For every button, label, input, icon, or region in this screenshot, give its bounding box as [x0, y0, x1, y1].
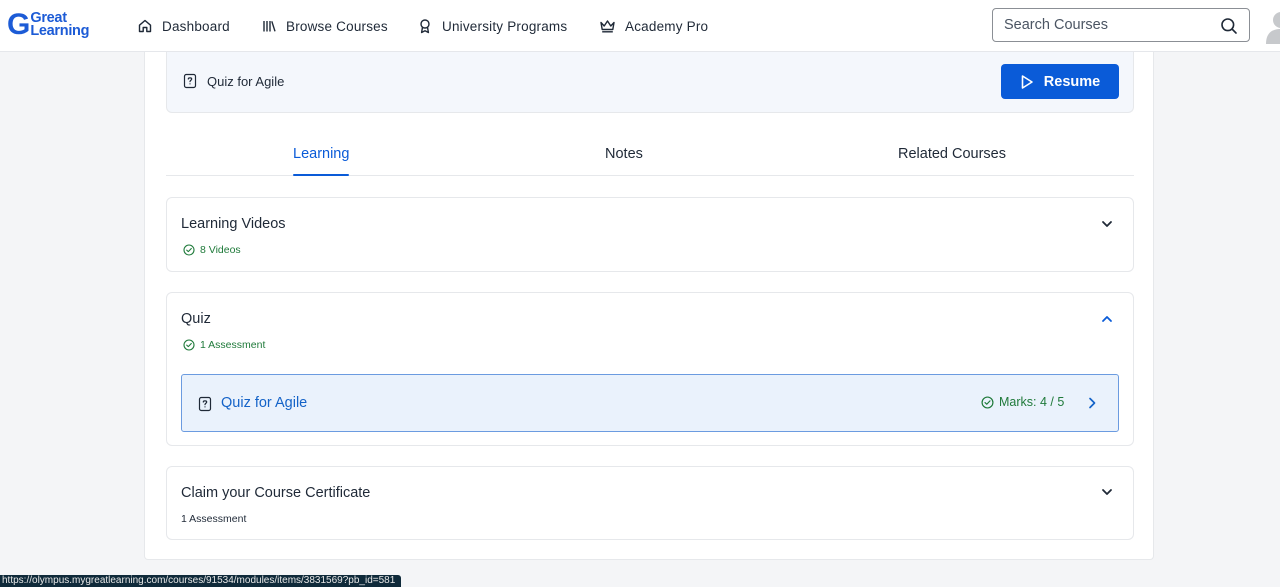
nav-academy-pro[interactable]: Academy Pro [599, 0, 708, 52]
section-title: Quiz [181, 311, 211, 327]
check-circle-icon [981, 395, 994, 409]
tab-notes[interactable]: Notes [605, 146, 643, 176]
crown-icon [600, 20, 615, 33]
quiz-document-icon [183, 73, 197, 89]
home-icon [138, 19, 152, 33]
logo-line-2: Learning [30, 23, 90, 39]
chevron-right-icon[interactable] [1085, 395, 1099, 411]
chevron-up-icon[interactable] [1100, 312, 1114, 326]
top-navbar: G Great Learning Dashboard Browse Course… [0, 0, 1280, 52]
browser-status-url: https://olympus.mygreatlearning.com/cour… [0, 575, 402, 587]
great-learning-logo[interactable]: G Great Learning [7, 8, 99, 42]
quiz-item-row[interactable]: Quiz for Agile Marks: 4 / 5 [181, 374, 1119, 432]
nav-browse-courses[interactable]: Browse Courses [262, 0, 388, 52]
resume-button[interactable]: Resume [1001, 64, 1119, 99]
resume-item-title: Quiz for Agile [207, 74, 285, 89]
section-title: Claim your Course Certificate [181, 485, 371, 501]
search-input[interactable] [1004, 17, 1204, 33]
logo-letter: G [7, 8, 30, 41]
section-subtitle: 8 Videos [183, 244, 241, 256]
library-icon [263, 21, 276, 32]
assessment-count: 1 Assessment [200, 339, 266, 351]
certificate-assessment-count: 1 Assessment [181, 513, 247, 525]
section-quiz: Quiz 1 Assessment Quiz for Agile Marks: … [166, 292, 1134, 446]
quiz-marks: Marks: 4 / 5 [981, 395, 1064, 409]
nav-university-programs[interactable]: University Programs [417, 0, 567, 52]
nav-academy-pro-label: Academy Pro [625, 18, 709, 34]
check-circle-icon [183, 244, 195, 256]
tab-learning[interactable]: Learning [293, 146, 350, 176]
search-button[interactable] [1220, 17, 1238, 40]
quiz-document-icon [198, 396, 212, 412]
play-icon [1021, 74, 1033, 89]
resume-button-label: Resume [1043, 73, 1101, 90]
quiz-item-title: Quiz for Agile [221, 395, 308, 411]
section-subtitle: 1 Assessment [183, 339, 265, 351]
avatar-icon [1266, 12, 1280, 44]
chevron-down-icon[interactable] [1100, 217, 1114, 231]
nav-university-programs-label: University Programs [442, 18, 568, 34]
check-circle-icon [183, 339, 195, 351]
nav-browse-courses-label: Browse Courses [286, 18, 388, 34]
videos-count: 8 Videos [200, 244, 241, 256]
logo-wordmark: Great Learning [30, 11, 90, 39]
section-learning-videos[interactable]: Learning Videos 8 Videos [166, 197, 1134, 272]
award-icon [420, 19, 430, 34]
course-content-card: Quiz for Agile Resume Learning Notes Rel… [144, 52, 1154, 560]
user-avatar[interactable] [1266, 10, 1280, 44]
section-course-certificate[interactable]: Claim your Course Certificate 1 Assessme… [166, 466, 1134, 540]
search-icon [1221, 18, 1237, 34]
section-title: Learning Videos [181, 216, 286, 232]
nav-dashboard[interactable]: Dashboard [137, 0, 230, 52]
quiz-marks-text: Marks: 4 / 5 [999, 395, 1065, 409]
search-box [992, 8, 1250, 42]
course-tabs: Learning Notes Related Courses [166, 134, 1134, 176]
chevron-down-icon[interactable] [1100, 485, 1114, 499]
section-subtitle: 1 Assessment [181, 513, 246, 525]
tab-related-courses[interactable]: Related Courses [898, 146, 1006, 176]
resume-bar: Quiz for Agile Resume [166, 52, 1134, 113]
nav-dashboard-label: Dashboard [162, 18, 230, 34]
